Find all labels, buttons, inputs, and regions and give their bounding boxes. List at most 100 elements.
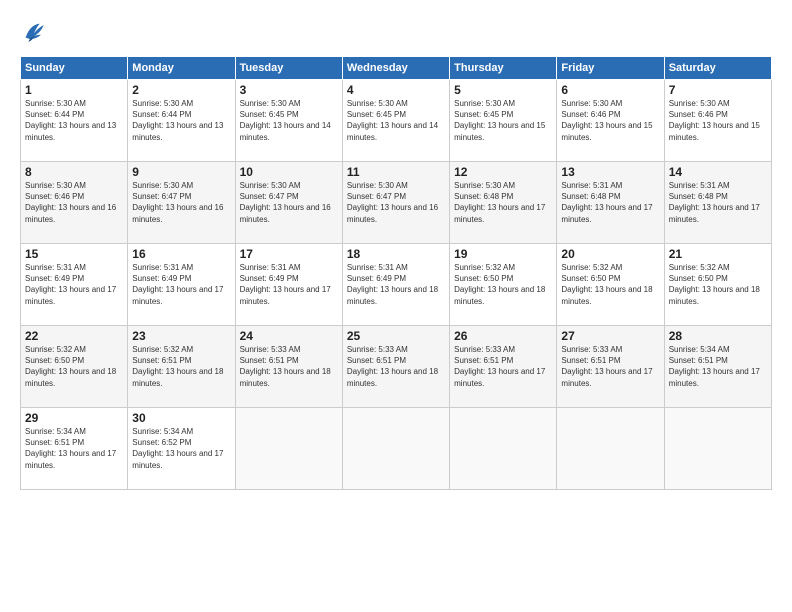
day-info: Sunrise: 5:31 AM Sunset: 6:48 PM Dayligh… [561,180,659,225]
calendar-cell: 14 Sunrise: 5:31 AM Sunset: 6:48 PM Dayl… [664,162,771,244]
calendar-cell: 19 Sunrise: 5:32 AM Sunset: 6:50 PM Dayl… [450,244,557,326]
day-info: Sunrise: 5:30 AM Sunset: 6:46 PM Dayligh… [561,98,659,143]
day-number: 24 [240,329,338,343]
day-info: Sunrise: 5:33 AM Sunset: 6:51 PM Dayligh… [561,344,659,389]
calendar-cell: 24 Sunrise: 5:33 AM Sunset: 6:51 PM Dayl… [235,326,342,408]
calendar-cell: 5 Sunrise: 5:30 AM Sunset: 6:45 PM Dayli… [450,80,557,162]
calendar-cell: 23 Sunrise: 5:32 AM Sunset: 6:51 PM Dayl… [128,326,235,408]
header [20,18,772,46]
day-info: Sunrise: 5:34 AM Sunset: 6:52 PM Dayligh… [132,426,230,471]
day-info: Sunrise: 5:31 AM Sunset: 6:49 PM Dayligh… [240,262,338,307]
calendar-cell [557,408,664,490]
calendar-cell: 21 Sunrise: 5:32 AM Sunset: 6:50 PM Dayl… [664,244,771,326]
day-info: Sunrise: 5:30 AM Sunset: 6:47 PM Dayligh… [240,180,338,225]
calendar-cell: 17 Sunrise: 5:31 AM Sunset: 6:49 PM Dayl… [235,244,342,326]
day-number: 25 [347,329,445,343]
calendar-week-row: 1 Sunrise: 5:30 AM Sunset: 6:44 PM Dayli… [21,80,772,162]
day-number: 15 [25,247,123,261]
day-number: 30 [132,411,230,425]
day-info: Sunrise: 5:33 AM Sunset: 6:51 PM Dayligh… [454,344,552,389]
calendar-cell: 7 Sunrise: 5:30 AM Sunset: 6:46 PM Dayli… [664,80,771,162]
day-info: Sunrise: 5:31 AM Sunset: 6:49 PM Dayligh… [132,262,230,307]
day-info: Sunrise: 5:31 AM Sunset: 6:49 PM Dayligh… [25,262,123,307]
calendar-week-row: 29 Sunrise: 5:34 AM Sunset: 6:51 PM Dayl… [21,408,772,490]
day-number: 6 [561,83,659,97]
day-number: 28 [669,329,767,343]
day-number: 14 [669,165,767,179]
calendar-cell: 15 Sunrise: 5:31 AM Sunset: 6:49 PM Dayl… [21,244,128,326]
header-tuesday: Tuesday [235,57,342,80]
header-sunday: Sunday [21,57,128,80]
day-number: 21 [669,247,767,261]
day-number: 4 [347,83,445,97]
header-monday: Monday [128,57,235,80]
day-number: 8 [25,165,123,179]
calendar-cell: 20 Sunrise: 5:32 AM Sunset: 6:50 PM Dayl… [557,244,664,326]
calendar-week-row: 8 Sunrise: 5:30 AM Sunset: 6:46 PM Dayli… [21,162,772,244]
calendar-cell [450,408,557,490]
day-info: Sunrise: 5:33 AM Sunset: 6:51 PM Dayligh… [240,344,338,389]
day-info: Sunrise: 5:30 AM Sunset: 6:48 PM Dayligh… [454,180,552,225]
calendar-cell: 9 Sunrise: 5:30 AM Sunset: 6:47 PM Dayli… [128,162,235,244]
day-info: Sunrise: 5:30 AM Sunset: 6:47 PM Dayligh… [132,180,230,225]
day-number: 29 [25,411,123,425]
calendar-cell: 29 Sunrise: 5:34 AM Sunset: 6:51 PM Dayl… [21,408,128,490]
calendar-cell: 16 Sunrise: 5:31 AM Sunset: 6:49 PM Dayl… [128,244,235,326]
header-wednesday: Wednesday [342,57,449,80]
calendar-cell: 25 Sunrise: 5:33 AM Sunset: 6:51 PM Dayl… [342,326,449,408]
day-info: Sunrise: 5:31 AM Sunset: 6:49 PM Dayligh… [347,262,445,307]
calendar-cell: 18 Sunrise: 5:31 AM Sunset: 6:49 PM Dayl… [342,244,449,326]
day-info: Sunrise: 5:30 AM Sunset: 6:44 PM Dayligh… [25,98,123,143]
day-info: Sunrise: 5:32 AM Sunset: 6:50 PM Dayligh… [669,262,767,307]
calendar-cell: 6 Sunrise: 5:30 AM Sunset: 6:46 PM Dayli… [557,80,664,162]
calendar-cell: 10 Sunrise: 5:30 AM Sunset: 6:47 PM Dayl… [235,162,342,244]
day-number: 5 [454,83,552,97]
calendar-cell: 30 Sunrise: 5:34 AM Sunset: 6:52 PM Dayl… [128,408,235,490]
day-info: Sunrise: 5:30 AM Sunset: 6:46 PM Dayligh… [669,98,767,143]
day-number: 13 [561,165,659,179]
day-number: 23 [132,329,230,343]
day-number: 2 [132,83,230,97]
header-friday: Friday [557,57,664,80]
day-number: 20 [561,247,659,261]
logo-bird-icon [20,18,48,46]
page: Sunday Monday Tuesday Wednesday Thursday… [0,0,792,612]
day-number: 3 [240,83,338,97]
day-info: Sunrise: 5:32 AM Sunset: 6:50 PM Dayligh… [561,262,659,307]
day-number: 19 [454,247,552,261]
weekday-header-row: Sunday Monday Tuesday Wednesday Thursday… [21,57,772,80]
calendar-cell: 27 Sunrise: 5:33 AM Sunset: 6:51 PM Dayl… [557,326,664,408]
day-info: Sunrise: 5:30 AM Sunset: 6:45 PM Dayligh… [347,98,445,143]
day-info: Sunrise: 5:34 AM Sunset: 6:51 PM Dayligh… [669,344,767,389]
day-info: Sunrise: 5:30 AM Sunset: 6:45 PM Dayligh… [240,98,338,143]
calendar-cell: 26 Sunrise: 5:33 AM Sunset: 6:51 PM Dayl… [450,326,557,408]
calendar-cell [235,408,342,490]
day-info: Sunrise: 5:30 AM Sunset: 6:44 PM Dayligh… [132,98,230,143]
calendar-cell: 12 Sunrise: 5:30 AM Sunset: 6:48 PM Dayl… [450,162,557,244]
calendar-cell: 2 Sunrise: 5:30 AM Sunset: 6:44 PM Dayli… [128,80,235,162]
day-number: 10 [240,165,338,179]
calendar-cell: 28 Sunrise: 5:34 AM Sunset: 6:51 PM Dayl… [664,326,771,408]
calendar-week-row: 15 Sunrise: 5:31 AM Sunset: 6:49 PM Dayl… [21,244,772,326]
calendar-cell: 3 Sunrise: 5:30 AM Sunset: 6:45 PM Dayli… [235,80,342,162]
calendar-cell: 22 Sunrise: 5:32 AM Sunset: 6:50 PM Dayl… [21,326,128,408]
calendar-table: Sunday Monday Tuesday Wednesday Thursday… [20,56,772,490]
day-number: 22 [25,329,123,343]
day-info: Sunrise: 5:31 AM Sunset: 6:48 PM Dayligh… [669,180,767,225]
day-info: Sunrise: 5:32 AM Sunset: 6:50 PM Dayligh… [25,344,123,389]
logo [20,18,50,46]
day-number: 17 [240,247,338,261]
day-info: Sunrise: 5:33 AM Sunset: 6:51 PM Dayligh… [347,344,445,389]
day-info: Sunrise: 5:32 AM Sunset: 6:50 PM Dayligh… [454,262,552,307]
calendar-cell: 11 Sunrise: 5:30 AM Sunset: 6:47 PM Dayl… [342,162,449,244]
calendar-cell: 8 Sunrise: 5:30 AM Sunset: 6:46 PM Dayli… [21,162,128,244]
day-number: 7 [669,83,767,97]
day-info: Sunrise: 5:30 AM Sunset: 6:45 PM Dayligh… [454,98,552,143]
day-info: Sunrise: 5:32 AM Sunset: 6:51 PM Dayligh… [132,344,230,389]
day-number: 18 [347,247,445,261]
calendar-week-row: 22 Sunrise: 5:32 AM Sunset: 6:50 PM Dayl… [21,326,772,408]
day-number: 27 [561,329,659,343]
day-info: Sunrise: 5:34 AM Sunset: 6:51 PM Dayligh… [25,426,123,471]
calendar-cell: 1 Sunrise: 5:30 AM Sunset: 6:44 PM Dayli… [21,80,128,162]
day-info: Sunrise: 5:30 AM Sunset: 6:46 PM Dayligh… [25,180,123,225]
